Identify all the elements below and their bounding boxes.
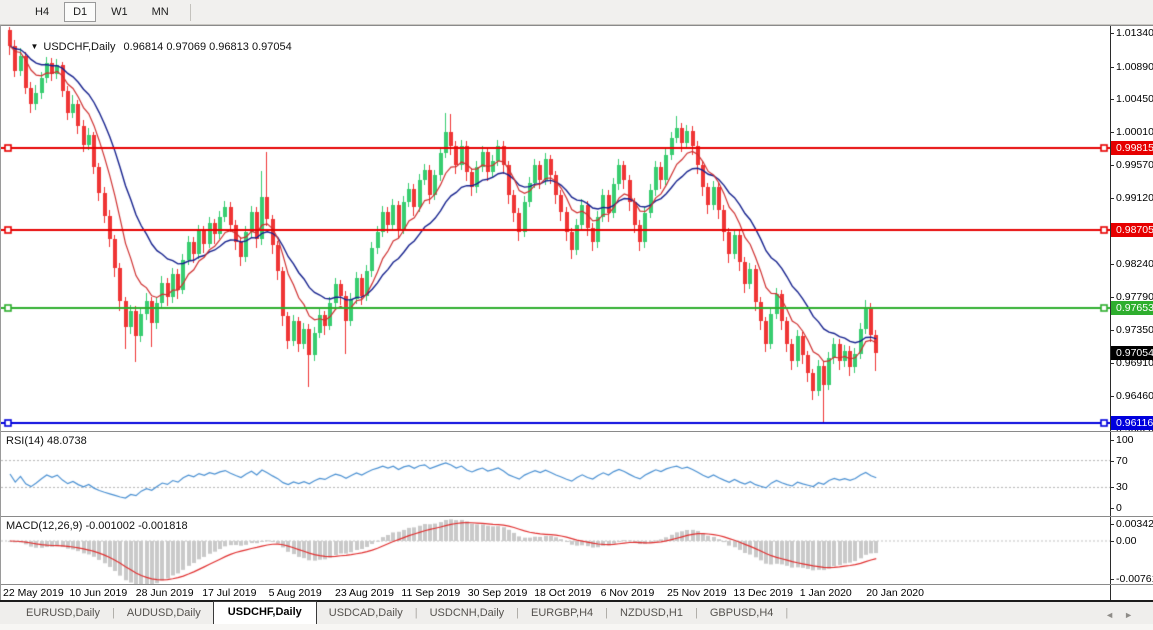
chart-tabs-bar: EURUSD,Daily|AUDUSD,DailyUSDCHF,DailyUSD… [0,600,1153,624]
price-level-badge: 0.97054 [1111,346,1153,360]
date-tick: 17 Jul 2019 [202,587,256,599]
chart-ohlc-values: 0.96814 0.97069 0.96813 0.97054 [124,41,292,53]
price-tick: 0.97350 [1116,324,1153,337]
price-tick: 0.96460 [1116,390,1153,403]
price-tick: 1.00010 [1116,126,1153,139]
date-tick: 20 Jan 2020 [866,587,924,599]
price-level-badge: 0.96116 [1111,416,1153,430]
price-level-badge: 0.97653 [1111,301,1153,315]
price-axis[interactable]: 1.01340 1.00890 1.00450 1.00010 0.99570 0.991… [1110,26,1153,431]
tabs-scroll-right-icon[interactable]: ► [1124,610,1143,620]
bottom-strip [0,624,1153,630]
tab-audusd-daily[interactable]: AUDUSD,Daily [115,604,213,624]
price-pane: ▼ USDCHF,Daily 0.96814 0.97069 0.96813 0.9… [1,25,1153,431]
timeframe-button-h4[interactable]: H4 [26,2,58,22]
date-tick: 10 Jun 2019 [69,587,127,599]
date-tick: 30 Sep 2019 [468,587,528,599]
timeframe-toolbar: H4 D1 W1 MN [0,0,1153,25]
timeframe-button-mn[interactable]: MN [143,2,178,22]
price-chart-canvas[interactable] [1,26,1111,431]
tab-eurusd-daily[interactable]: EURUSD,Daily [14,604,112,624]
macd-axis[interactable]: 0.003428 0.00 -0.007615 [1110,517,1153,584]
tab-eurgbp-h4[interactable]: EURGBP,H4 [519,604,605,624]
tab-nzdusd-h1[interactable]: NZDUSD,H1 [608,604,695,624]
date-tick: 5 Aug 2019 [269,587,322,599]
macd-tick: 0.00 [1116,535,1136,548]
toolbar-grip [0,0,26,24]
chart-dropdown-icon[interactable]: ▼ [30,42,38,51]
date-tick: 22 May 2019 [3,587,64,599]
tabs-scroll-left-icon[interactable]: ◄ [1105,610,1124,620]
price-tick: 1.00450 [1116,93,1153,106]
date-tick: 13 Dec 2019 [733,587,793,599]
rsi-tick: 70 [1116,455,1128,468]
tab-gbpusd-h4[interactable]: GBPUSD,H4 [698,604,786,624]
timeframe-button-w1[interactable]: W1 [102,2,137,22]
price-tick: 1.00890 [1116,61,1153,74]
date-tick: 18 Oct 2019 [534,587,591,599]
date-axis[interactable]: 22 May 2019 10 Jun 2019 28 Jun 2019 17 Jul … [1,584,1153,600]
date-tick: 11 Sep 2019 [401,587,460,599]
macd-pane: MACD(12,26,9) -0.001002 -0.001818 0.0034… [1,516,1153,584]
rsi-tick: 100 [1116,434,1134,447]
rsi-axis[interactable]: 100 70 30 0 [1110,432,1153,516]
chart-symbol-label: USDCHF,Daily [43,41,115,53]
date-tick: 6 Nov 2019 [601,587,655,599]
macd-label: MACD(12,26,9) -0.001002 -0.001818 [6,520,188,532]
macd-tick: -0.007615 [1116,573,1153,584]
rsi-tick: 0 [1116,502,1122,515]
date-tick: 28 Jun 2019 [136,587,194,599]
rsi-label: RSI(14) 48.0738 [6,435,87,447]
tab-usdcad-daily[interactable]: USDCAD,Daily [317,604,415,624]
price-tick: 0.99570 [1116,159,1153,172]
price-tick: 0.99120 [1116,192,1153,205]
price-level-badge: 0.98705 [1111,223,1153,237]
tab-usdchf-daily[interactable]: USDCHF,Daily [213,601,317,624]
axis-divider [1110,585,1111,600]
date-tick: 25 Nov 2019 [667,587,727,599]
rsi-tick: 30 [1116,481,1128,494]
timeframe-button-d1[interactable]: D1 [64,2,96,22]
price-tick: 1.01340 [1116,27,1153,40]
chart-title: ▼ USDCHF,Daily 0.96814 0.97069 0.96813 0.9… [6,29,292,65]
mt4-window: H4 D1 W1 MN ▼ USDCHF,Daily 0.96814 0.97069 0.… [0,0,1153,630]
date-tick: 1 Jan 2020 [800,587,852,599]
chart-window: ▼ USDCHF,Daily 0.96814 0.97069 0.96813 0.9… [0,25,1153,600]
toolbar-separator [190,4,191,21]
price-level-badge: 0.99815 [1111,141,1153,155]
date-tick: 23 Aug 2019 [335,587,394,599]
macd-tick: 0.003428 [1116,518,1153,531]
rsi-pane: RSI(14) 48.0738 100 70 30 0 [1,431,1153,516]
tab-usdcnh-daily[interactable]: USDCNH,Daily [418,604,517,624]
rsi-canvas[interactable] [1,432,1111,516]
price-tick: 0.98240 [1116,258,1153,271]
tab-scroll-arrows: ◄► [1105,610,1143,620]
tab-divider: | [785,607,788,624]
